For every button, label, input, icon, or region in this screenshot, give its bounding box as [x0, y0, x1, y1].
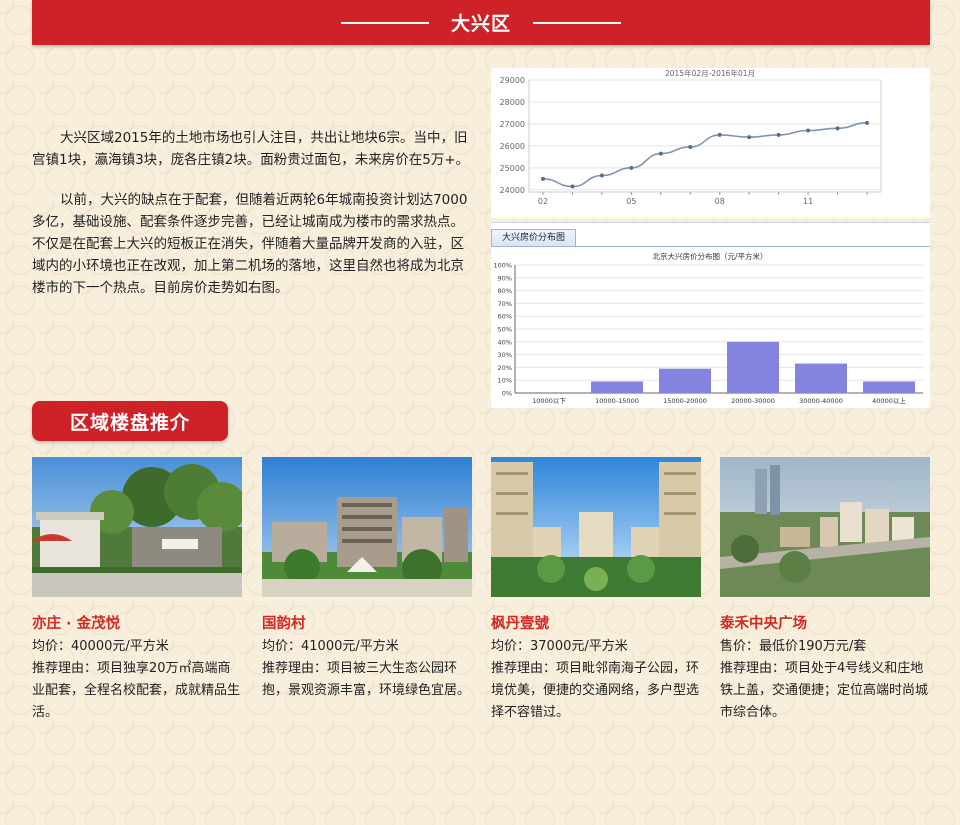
listing-name-3[interactable]: 枫丹壹號 [491, 612, 701, 634]
data-point [776, 132, 781, 137]
listing-name-4[interactable]: 泰禾中央广场 [720, 612, 930, 634]
listing-price-2: 均价：41000元/平方米 [262, 639, 399, 654]
x-tick-label: 10000以下 [532, 397, 566, 405]
banner-left-rule [340, 21, 429, 24]
listing-card-1[interactable]: 亦庄 · 金茂悦 均价：40000元/平方米 推荐理由：项目独享20万㎡高端商业… [32, 457, 242, 724]
district-title: 大兴区 [450, 13, 511, 35]
distribution-bar [727, 341, 779, 393]
listing-price-1: 均价：40000元/平方米 [32, 639, 169, 654]
y-tick-label: 20% [498, 364, 512, 372]
listing-reason-4: 推荐理由：项目处于4号线义和庄地铁上盖，交通便捷；定位高端时尚城市综合体。 [720, 661, 929, 720]
y-tick-label: 60% [498, 313, 512, 321]
intro-paragraph-1: 大兴区域2015年的土地市场也引人注目，共出让地块6宗。当中，旧宫镇1块，瀛海镇… [32, 130, 470, 168]
y-tick-label: 100% [493, 262, 512, 270]
x-tick-label: 40000以上 [872, 396, 906, 405]
price-distribution-svg: 北京大兴房价分布图（元/平方米） 0% 10% 20% 30% 40% 50% 60% 70% 8… [493, 251, 923, 405]
listing-card-2[interactable]: 国韵村 均价：41000元/平方米 推荐理由：项目被三大生态公园环抱，景观资源丰… [262, 457, 472, 702]
data-point [599, 173, 604, 178]
data-point [541, 176, 545, 181]
x-tick-label: 30000-40000 [799, 397, 843, 405]
x-tick-label: 15000-20000 [663, 397, 707, 405]
x-tick-label: 20000-30000 [731, 397, 775, 405]
bar-chart-title: 北京大兴房价分布图（元/平方米） [652, 251, 767, 261]
listing-price-4: 售价：最低价190万元/套 [720, 639, 867, 654]
y-tick-label: 10% [498, 377, 512, 385]
y-tick-label: 40% [498, 338, 512, 346]
listing-reason-1: 推荐理由：项目独享20万㎡高端商业配套，全程名校配套，成就精品生活。 [32, 661, 241, 720]
y-tick-label: 70% [498, 300, 512, 308]
data-point [629, 165, 634, 170]
y-tick-label: 24000 [500, 186, 525, 195]
y-tick-label: 27000 [500, 120, 525, 129]
data-point [570, 184, 575, 189]
price-trend-svg: 2015年02月-2016年01月 24000 25000 26000 27000 280… [500, 68, 882, 206]
y-tick-label: 90% [498, 274, 512, 282]
distribution-bar [795, 363, 847, 393]
distribution-bar [863, 381, 915, 393]
listing-price-3: 均价：37000元/平方米 [491, 639, 628, 654]
listing-photo-2[interactable] [262, 457, 472, 597]
y-tick-label: 0% [502, 390, 512, 398]
y-tick-label: 50% [498, 326, 512, 334]
listing-reason-3: 推荐理由：项目毗邻南海子公园，环境优美，便捷的交通网络，多户型选择不容错过。 [491, 661, 700, 720]
x-tick-label: 08 [715, 197, 725, 206]
listing-photo-1[interactable] [32, 457, 242, 597]
price-distribution-panel: 大兴房价分布图 北京大兴房价分布图（元/平方米） 0% 10% 20% 30% 40% 50… [491, 222, 930, 408]
data-point [835, 126, 840, 131]
listing-name-1[interactable]: 亦庄 · 金茂悦 [32, 612, 242, 634]
y-tick-label: 29000 [500, 76, 525, 85]
y-tick-label: 80% [498, 287, 512, 295]
distribution-bar [591, 381, 643, 393]
data-point [717, 132, 722, 137]
data-point [806, 128, 811, 133]
listing-photo-3[interactable] [491, 457, 701, 597]
distribution-bar [659, 368, 711, 393]
y-tick-label: 30% [498, 351, 512, 359]
listing-name-2[interactable]: 国韵村 [262, 612, 472, 634]
intro-paragraph-2: 以前，大兴的缺点在于配套，但随着近两轮6年城南投资计划达7000多亿，基础设施、… [32, 192, 468, 296]
x-tick-label: 11 [803, 197, 813, 206]
y-tick-label: 26000 [500, 142, 525, 151]
x-tick-label: 02 [538, 197, 548, 206]
section-heading: 区域楼盘推介 [32, 401, 228, 441]
x-tick-label: 10000-15000 [595, 397, 639, 405]
listing-card-3[interactable]: 枫丹壹號 均价：37000元/平方米 推荐理由：项目毗邻南海子公园，环境优美，便… [491, 457, 701, 724]
y-tick-label: 25000 [500, 164, 525, 173]
data-point [658, 151, 663, 156]
data-point [688, 144, 693, 149]
data-point [865, 120, 869, 125]
line-chart-plot-area [528, 79, 882, 193]
listing-reason-2: 推荐理由：项目被三大生态公园环抱，景观资源丰富，环境绿色宜居。 [262, 661, 471, 698]
y-tick-label: 28000 [500, 98, 525, 107]
data-point [747, 135, 752, 140]
banner-right-rule [533, 21, 621, 24]
line-chart-title: 2015年02月-2016年01月 [665, 68, 755, 78]
listing-card-4[interactable]: 泰禾中央广场 售价：最低价190万元/套 推荐理由：项目处于4号线义和庄地铁上盖… [720, 457, 930, 724]
price-trend-chart: 2015年02月-2016年01月 24000 25000 26000 27000 280… [491, 68, 930, 218]
x-tick-label: 05 [626, 197, 636, 206]
district-intro: 大兴区域2015年的土地市场也引人注目，共出让地块6宗。当中，旧宫镇1块，瀛海镇… [32, 127, 472, 317]
district-banner: 大兴区 [32, 0, 930, 45]
listing-photo-4[interactable] [720, 457, 930, 597]
